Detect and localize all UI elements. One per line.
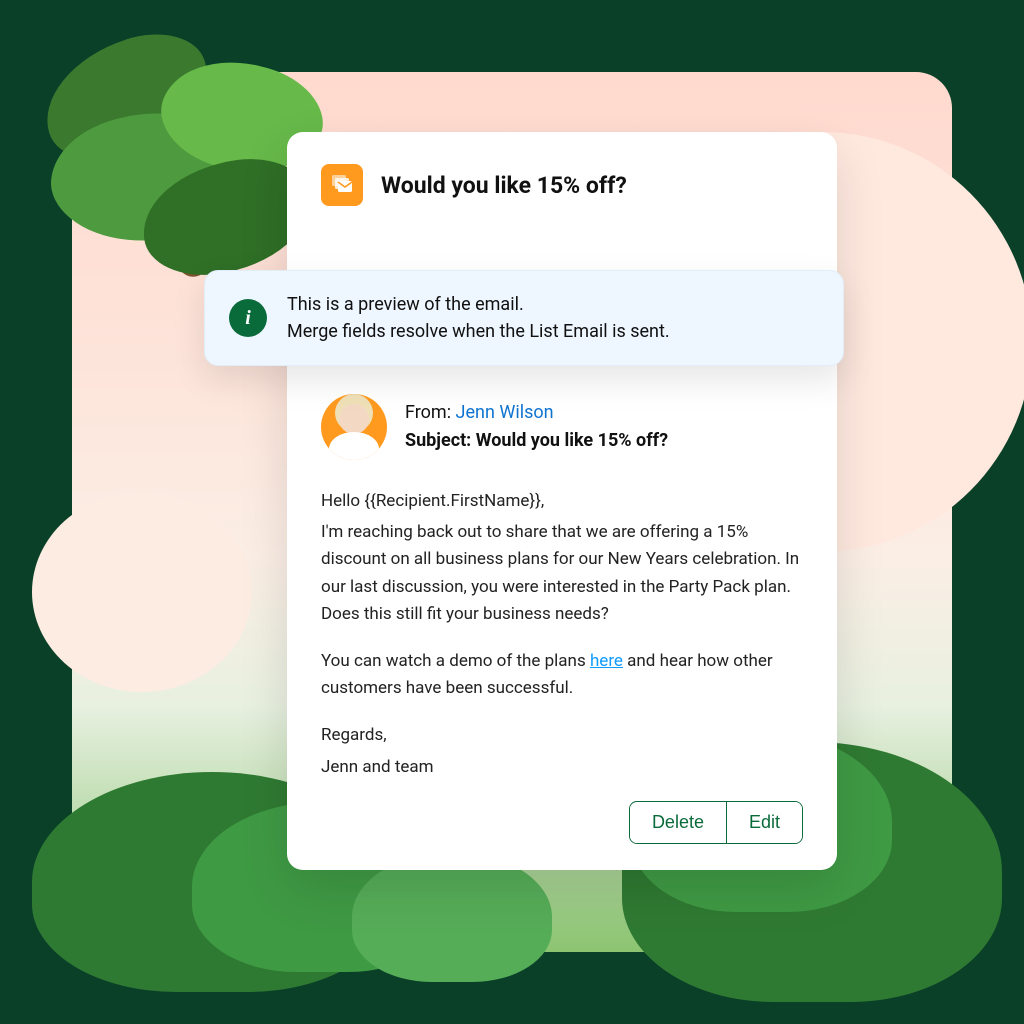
preview-info-banner: i This is a preview of the email. Merge … — [204, 270, 844, 366]
sender-meta: From: Jenn Wilson Subject: Would you lik… — [405, 399, 668, 455]
email-preview-card: Would you like 15% off? Message Engageme… — [287, 132, 837, 870]
info-icon: i — [229, 299, 267, 337]
card-header: Would you like 15% off? — [321, 164, 803, 206]
button-group: Delete Edit — [629, 801, 803, 844]
email-paragraph-1: I'm reaching back out to share that we a… — [321, 519, 803, 628]
sender-row: From: Jenn Wilson Subject: Would you lik… — [321, 394, 803, 460]
sender-avatar — [321, 394, 387, 460]
email-greeting: Hello {{Recipient.FirstName}}, — [321, 488, 803, 515]
from-line: From: Jenn Wilson — [405, 399, 668, 427]
from-label: From: — [405, 402, 456, 423]
demo-link[interactable]: here — [590, 651, 623, 671]
action-bar: Delete Edit — [321, 801, 803, 844]
email-signoff: Regards, — [321, 722, 803, 749]
delete-button[interactable]: Delete — [630, 802, 726, 843]
email-body: Hello {{Recipient.FirstName}}, I'm reach… — [321, 488, 803, 781]
edit-button[interactable]: Edit — [726, 802, 802, 843]
email-signature: Jenn and team — [321, 754, 803, 781]
subject-label: Subject: — [405, 430, 476, 451]
card-title: Would you like 15% off? — [381, 172, 627, 199]
cloud-shape — [32, 492, 252, 692]
campaign-email-icon — [321, 164, 363, 206]
email-paragraph-2: You can watch a demo of the plans here a… — [321, 648, 803, 702]
info-line-2: Merge fields resolve when the List Email… — [287, 318, 670, 345]
info-text: This is a preview of the email. Merge fi… — [287, 291, 670, 345]
info-line-1: This is a preview of the email. — [287, 291, 670, 318]
illustrated-background: Would you like 15% off? Message Engageme… — [72, 72, 952, 952]
from-name[interactable]: Jenn Wilson — [456, 402, 554, 423]
body-text: You can watch a demo of the plans — [321, 651, 590, 671]
bush-shape — [352, 852, 552, 982]
subject-line: Subject: Would you like 15% off? — [405, 427, 668, 455]
subject-value: Would you like 15% off? — [476, 430, 668, 451]
